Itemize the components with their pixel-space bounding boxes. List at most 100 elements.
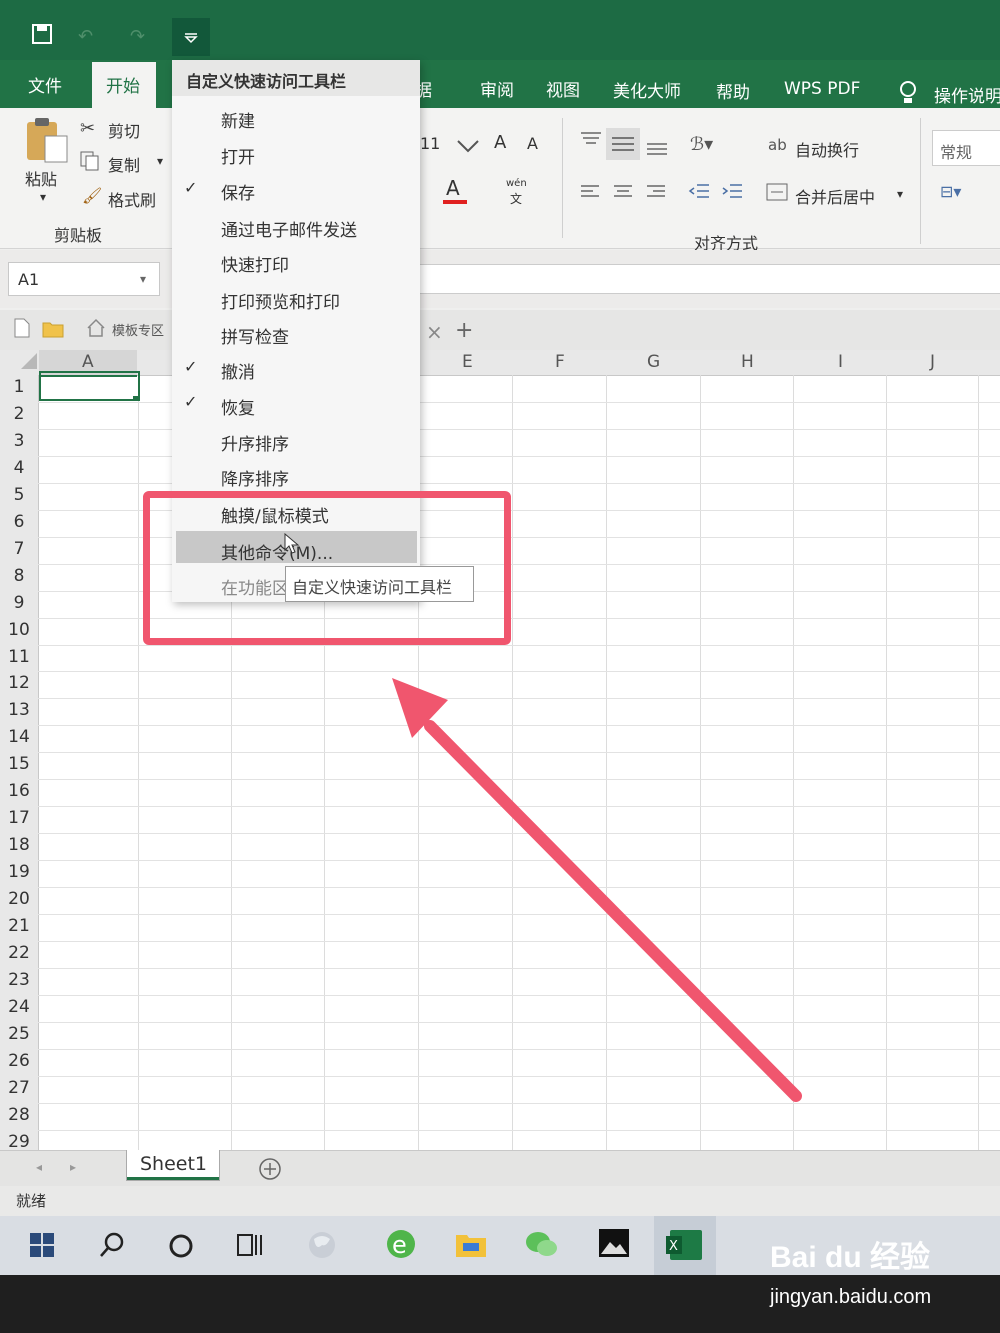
accounting-format-icon[interactable]: ⊟▾: [940, 182, 961, 201]
font-color-button[interactable]: A: [446, 176, 460, 200]
row-header[interactable]: 6: [0, 512, 38, 532]
formula-input[interactable]: [420, 264, 1000, 294]
folder-icon[interactable]: [42, 320, 64, 342]
close-tab-button[interactable]: ×: [426, 320, 443, 344]
align-middle-icon[interactable]: [606, 128, 640, 160]
row-header[interactable]: 1: [0, 377, 38, 397]
menu-item-sort-descending[interactable]: 降序排序: [221, 465, 289, 490]
row-header[interactable]: 17: [0, 808, 38, 828]
format-painter-icon[interactable]: 🖌: [82, 186, 102, 205]
orientation-icon[interactable]: ℬ▾: [690, 134, 713, 155]
row-header[interactable]: 9: [0, 593, 38, 613]
column-header-F[interactable]: F: [555, 352, 565, 372]
home-icon[interactable]: [86, 318, 106, 342]
wrap-text-icon[interactable]: ab: [768, 136, 787, 154]
file-explorer-icon[interactable]: [455, 1230, 487, 1262]
menu-item-undo[interactable]: 撤消: [221, 358, 255, 383]
column-header-E[interactable]: E: [462, 352, 473, 372]
row-header[interactable]: 27: [0, 1078, 38, 1098]
row-header[interactable]: 25: [0, 1024, 38, 1044]
active-cell-A1[interactable]: [39, 371, 140, 401]
grow-font-button[interactable]: A: [494, 132, 506, 153]
font-size-dropdown-icon[interactable]: [456, 138, 480, 158]
tab-file[interactable]: 文件: [28, 72, 62, 97]
row-header[interactable]: 28: [0, 1105, 38, 1125]
merge-center-icon[interactable]: [766, 182, 788, 206]
wechat-icon[interactable]: [525, 1230, 559, 1262]
tell-me-search[interactable]: 操作说明: [934, 82, 1000, 107]
row-header[interactable]: 24: [0, 997, 38, 1017]
cut-icon[interactable]: ✂: [80, 118, 95, 139]
column-header-J[interactable]: J: [930, 352, 935, 372]
row-header[interactable]: 10: [0, 620, 38, 640]
tab-beautify[interactable]: 美化大师: [613, 77, 681, 102]
add-tab-button[interactable]: +: [455, 318, 473, 343]
edge-browser-icon[interactable]: e: [384, 1227, 418, 1265]
row-header[interactable]: 23: [0, 970, 38, 990]
copy-dropdown-icon[interactable]: ▾: [157, 154, 163, 168]
menu-item-print-preview[interactable]: 打印预览和打印: [221, 288, 340, 313]
align-left-icon[interactable]: [580, 184, 600, 204]
windows-start-icon[interactable]: [30, 1233, 54, 1261]
wrap-text-button[interactable]: 自动换行: [795, 137, 859, 161]
font-size-field[interactable]: 11: [420, 134, 440, 153]
align-bottom-icon[interactable]: [646, 140, 668, 160]
row-header[interactable]: 22: [0, 943, 38, 963]
row-header[interactable]: 16: [0, 781, 38, 801]
fill-handle[interactable]: [133, 396, 138, 401]
menu-item-email[interactable]: 通过电子邮件发送: [221, 216, 357, 241]
row-header[interactable]: 19: [0, 862, 38, 882]
paste-label[interactable]: 粘贴: [25, 166, 57, 190]
row-header[interactable]: 3: [0, 431, 38, 451]
shrink-font-button[interactable]: A: [527, 134, 538, 153]
select-all-corner[interactable]: [20, 352, 38, 374]
name-box-dropdown-icon[interactable]: ▾: [140, 272, 146, 286]
column-header-A[interactable]: A: [82, 352, 94, 372]
decrease-indent-icon[interactable]: [688, 182, 710, 206]
new-file-icon[interactable]: [14, 318, 30, 342]
increase-indent-icon[interactable]: [721, 182, 743, 206]
paste-icon[interactable]: [25, 116, 69, 168]
task-view-icon[interactable]: [236, 1233, 264, 1261]
merge-center-button[interactable]: 合并后居中: [795, 184, 875, 208]
row-header[interactable]: 12: [0, 673, 38, 693]
align-top-icon[interactable]: [580, 132, 602, 152]
tab-wps-pdf[interactable]: WPS PDF: [784, 79, 860, 99]
menu-item-new[interactable]: 新建: [221, 107, 255, 132]
photos-icon[interactable]: [598, 1228, 630, 1262]
align-right-icon[interactable]: [646, 184, 666, 204]
row-header[interactable]: 21: [0, 916, 38, 936]
copy-icon[interactable]: [80, 151, 100, 175]
row-header[interactable]: 8: [0, 566, 38, 586]
app-swirl-icon[interactable]: [306, 1229, 338, 1265]
copy-button[interactable]: 复制: [108, 152, 140, 176]
row-header[interactable]: 14: [0, 727, 38, 747]
row-header[interactable]: 15: [0, 754, 38, 774]
qat-dropdown-button[interactable]: [172, 18, 210, 56]
row-header[interactable]: 29: [0, 1132, 38, 1152]
row-header[interactable]: 5: [0, 485, 38, 505]
menu-item-spelling[interactable]: 拼写检查: [221, 323, 289, 348]
tab-view[interactable]: 视图: [546, 76, 580, 101]
align-center-icon[interactable]: [613, 184, 633, 204]
cut-button[interactable]: 剪切: [108, 118, 140, 142]
excel-app-icon[interactable]: X: [654, 1216, 716, 1275]
menu-item-sort-ascending[interactable]: 升序排序: [221, 430, 289, 455]
scroll-sheets-left-icon[interactable]: ◂: [36, 1160, 42, 1174]
row-header[interactable]: 7: [0, 539, 38, 559]
row-header[interactable]: 26: [0, 1051, 38, 1071]
row-header[interactable]: 18: [0, 835, 38, 855]
lightbulb-icon[interactable]: [898, 80, 918, 110]
row-header[interactable]: 13: [0, 700, 38, 720]
row-header[interactable]: 20: [0, 889, 38, 909]
scroll-sheets-right-icon[interactable]: ▸: [70, 1160, 76, 1174]
phonetic-guide-button[interactable]: 文: [510, 190, 522, 207]
row-header[interactable]: 4: [0, 458, 38, 478]
format-painter-button[interactable]: 格式刷: [108, 187, 156, 211]
row-header[interactable]: 11: [0, 647, 38, 667]
new-sheet-icon[interactable]: [258, 1157, 282, 1185]
merge-dropdown-icon[interactable]: ▾: [897, 187, 903, 201]
row-header[interactable]: 2: [0, 404, 38, 424]
column-header-I[interactable]: I: [838, 352, 843, 372]
menu-item-open[interactable]: 打开: [221, 143, 255, 168]
